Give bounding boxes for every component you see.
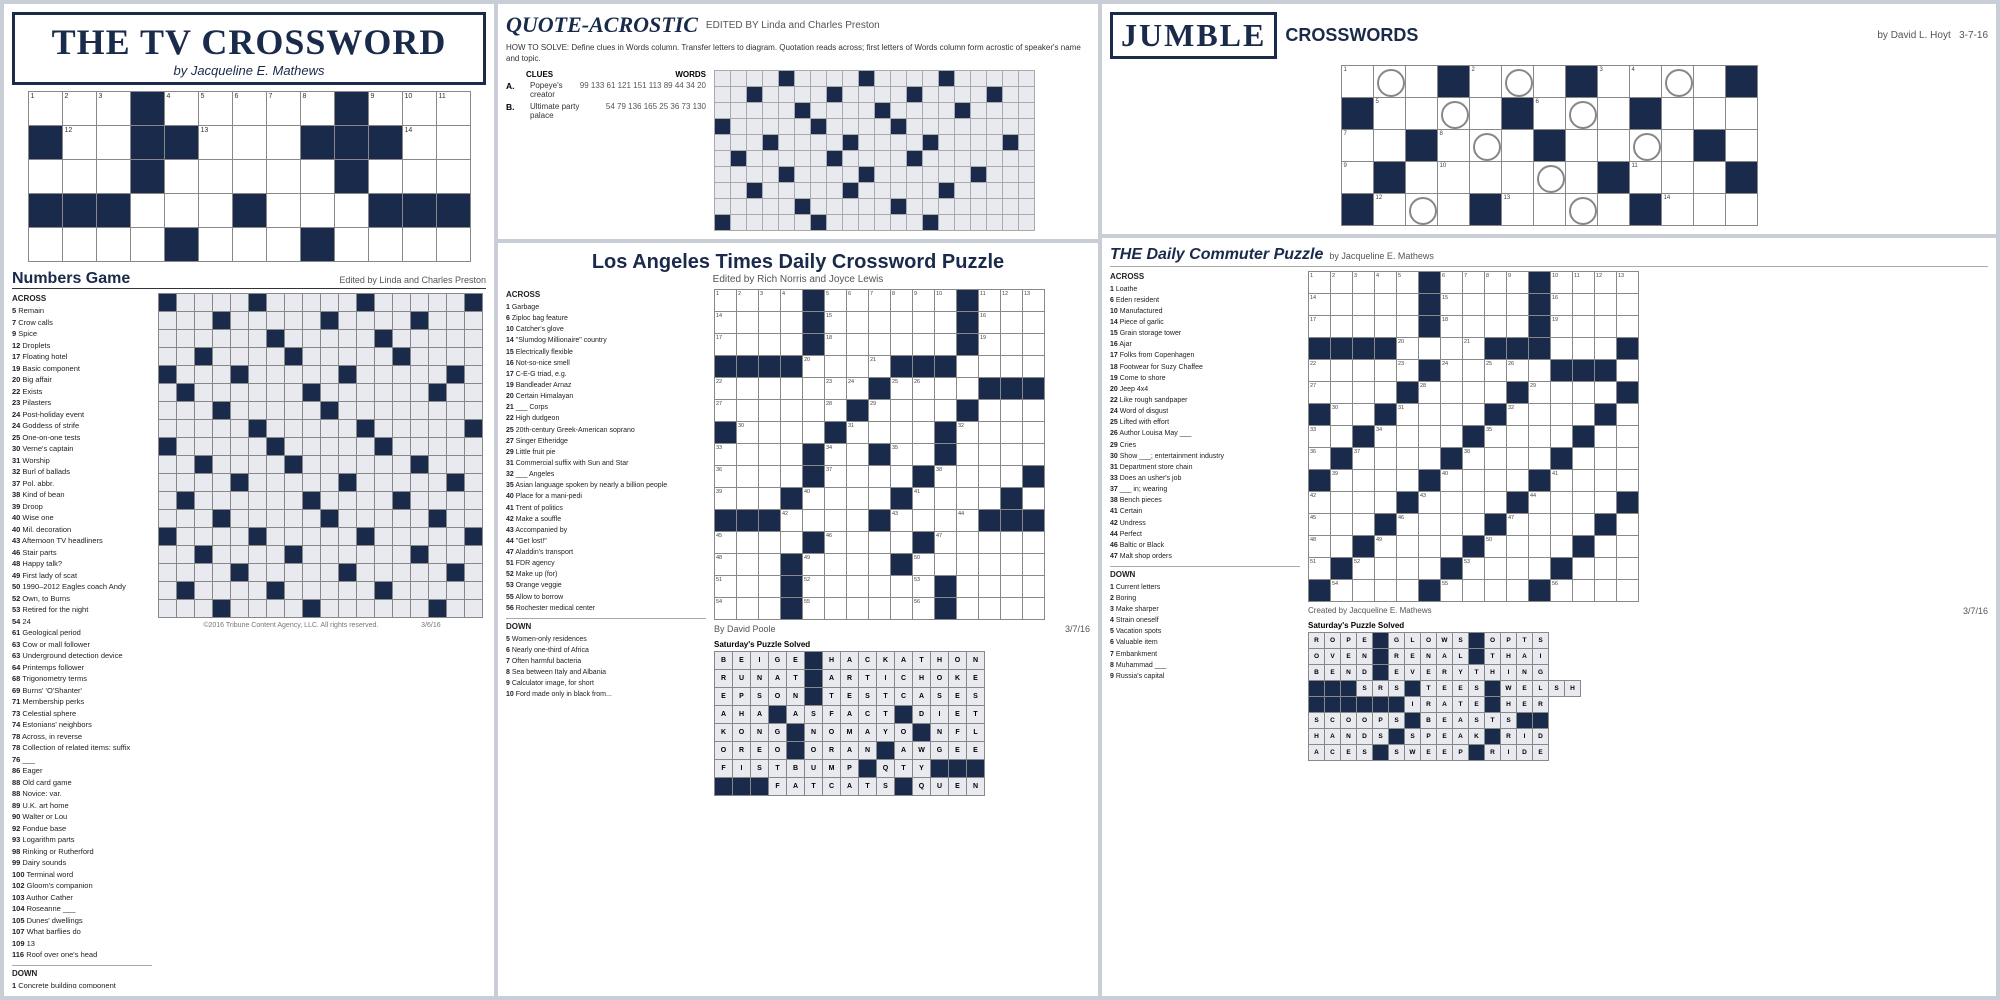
qa-header: QUOTE-ACROSTIC EDITED BY Linda and Charl… bbox=[506, 12, 1090, 38]
jumble-section: JUMBLE CROSSWORDS by David L. Hoyt 3-7-1… bbox=[1102, 4, 1996, 234]
la-saturday-title: Saturday's Puzzle Solved bbox=[714, 640, 1090, 649]
la-byline: By David Poole bbox=[714, 624, 776, 634]
numbers-game-section: Numbers Game Edited by Linda and Charles… bbox=[12, 270, 486, 988]
jumble-crosswords: CROSSWORDS bbox=[1285, 25, 1418, 46]
la-grid: 1234567891011121314151617181920212223242… bbox=[714, 289, 1045, 620]
dc-title: THE Daily Commuter Puzzle bbox=[1110, 246, 1323, 264]
dc-solved-title: Saturday's Puzzle Solved bbox=[1308, 621, 1988, 630]
numbers-game-edited: Edited by Linda and Charles Preston bbox=[339, 275, 486, 285]
la-solved-grid: BEIGEHACKATHONRUNATARTICHOKEEPSONTESTCAS… bbox=[714, 651, 985, 796]
la-date: 3/7/16 bbox=[1065, 624, 1090, 636]
dc-created: Created by Jacqueline E. Mathews bbox=[1308, 606, 1432, 615]
tv-crossword-header: THE TV CROSSWORD by Jacqueline E. Mathew… bbox=[12, 12, 486, 85]
page-container: THE TV CROSSWORD by Jacqueline E. Mathew… bbox=[0, 0, 2000, 1000]
dc-grid-area: 1234567891011121314151617181920212223242… bbox=[1308, 271, 1988, 761]
dc-header: THE Daily Commuter Puzzle by Jacqueline … bbox=[1110, 246, 1988, 267]
numbers-game-title: Numbers Game bbox=[12, 270, 130, 288]
tv-crossword-grid: 1 2 3 4 5 6 7 8 9 10 11 12 bbox=[28, 91, 471, 262]
dc-date: 3/7/16 bbox=[1963, 606, 1988, 617]
qa-clue-a-label: A. bbox=[506, 81, 526, 99]
jumble-header: JUMBLE CROSSWORDS by David L. Hoyt 3-7-1… bbox=[1110, 12, 1988, 59]
qa-content: CLUES WORDS A. Popeye's creator 99 133 6… bbox=[506, 70, 1090, 231]
panel-middle: QUOTE-ACROSTIC EDITED BY Linda and Charl… bbox=[498, 4, 1098, 996]
ng-clues: ACROSS 5 Remain 7 Crow calls 9 Spice 12 … bbox=[12, 293, 152, 988]
la-across-title: ACROSS bbox=[506, 289, 706, 301]
ng-down-title: DOWN bbox=[12, 968, 152, 979]
qa-clue-b-numbers: 54 79 136 165 25 36 73 130 bbox=[606, 102, 706, 120]
qa-grid-table bbox=[714, 70, 1035, 231]
panel-left: THE TV CROSSWORD by Jacqueline E. Mathew… bbox=[4, 4, 494, 996]
la-down-title: DOWN bbox=[506, 621, 706, 633]
la-crossword: Los Angeles Times Daily Crossword Puzzle… bbox=[498, 243, 1098, 996]
quote-acrostic: QUOTE-ACROSTIC EDITED BY Linda and Charl… bbox=[498, 4, 1098, 239]
dc-solved-area: Saturday's Puzzle Solved ROPEGLOWSOPTSOV… bbox=[1308, 621, 1988, 761]
ng-grid-area: ©2016 Tribune Content Agency, LLC. All r… bbox=[158, 293, 486, 988]
jumble-meta: by David L. Hoyt 3-7-16 bbox=[1877, 30, 1988, 41]
ng-copyright: ©2016 Tribune Content Agency, LLC. All r… bbox=[158, 622, 486, 629]
dc-content: ACROSS 1 Loathe 6 Eden resident 10 Manuf… bbox=[1110, 271, 1988, 761]
la-content: ACROSS 1 Garbage 6 Ziploc bag feature 10… bbox=[506, 289, 1090, 796]
ng-grid bbox=[158, 293, 483, 618]
jumble-grid: 1234567891011121314 bbox=[1341, 65, 1758, 226]
qa-clue-b-label: B. bbox=[506, 102, 526, 120]
dc-across-title: ACROSS bbox=[1110, 271, 1300, 283]
panel-right: JUMBLE CROSSWORDS by David L. Hoyt 3-7-1… bbox=[1102, 4, 1996, 996]
jumble-date: 3-7-16 bbox=[1959, 30, 1988, 41]
tv-crossword-title: THE TV CROSSWORD bbox=[19, 21, 479, 63]
dc-clues-left: ACROSS 1 Loathe 6 Eden resident 10 Manuf… bbox=[1110, 271, 1300, 761]
numbers-game-content: ACROSS 5 Remain 7 Crow calls 9 Spice 12 … bbox=[12, 293, 486, 988]
jumble-byline: by David L. Hoyt bbox=[1877, 30, 1950, 41]
la-header: Los Angeles Times Daily Crossword Puzzle… bbox=[506, 251, 1090, 285]
dc-down-title: DOWN bbox=[1110, 569, 1300, 581]
dc-solved-grid: ROPEGLOWSOPTSOVENRENALTHAIBENDEVERYTHING… bbox=[1308, 632, 1581, 761]
la-title: Los Angeles Times Daily Crossword Puzzle bbox=[506, 251, 1090, 274]
qa-clue-a-numbers: 99 133 61 121 151 113 89 44 34 20 bbox=[580, 81, 706, 99]
qa-title: QUOTE-ACROSTIC bbox=[506, 12, 698, 38]
tv-crossword-byline: by Jacqueline E. Mathews bbox=[19, 63, 479, 78]
la-edited: Edited by Rich Norris and Joyce Lewis bbox=[506, 274, 1090, 285]
qa-edited: EDITED BY Linda and Charles Preston bbox=[706, 20, 880, 31]
jumble-title: JUMBLE bbox=[1110, 12, 1277, 59]
dc-grid: 1234567891011121314151617181920212223242… bbox=[1308, 271, 1639, 602]
qa-clue-a-text: Popeye's creator bbox=[530, 81, 576, 99]
la-clues-left: ACROSS 1 Garbage 6 Ziploc bag feature 10… bbox=[506, 289, 706, 796]
dc-byline: by Jacqueline E. Mathews bbox=[1329, 251, 1434, 261]
daily-commuter: THE Daily Commuter Puzzle by Jacqueline … bbox=[1102, 238, 1996, 996]
la-saturday-solved: Saturday's Puzzle Solved BEIGEHACKATHONR… bbox=[714, 640, 1090, 796]
qa-grid bbox=[714, 70, 1090, 231]
la-grid-area: 1234567891011121314151617181920212223242… bbox=[714, 289, 1090, 796]
numbers-game-header: Numbers Game Edited by Linda and Charles… bbox=[12, 270, 486, 289]
ng-across-title: ACROSS bbox=[12, 293, 152, 304]
qa-instruction: HOW TO SOLVE: Define clues in Words colu… bbox=[506, 42, 1090, 64]
qa-clues: CLUES WORDS A. Popeye's creator 99 133 6… bbox=[506, 70, 706, 231]
qa-clue-b-text: Ultimate party palace bbox=[530, 102, 602, 120]
